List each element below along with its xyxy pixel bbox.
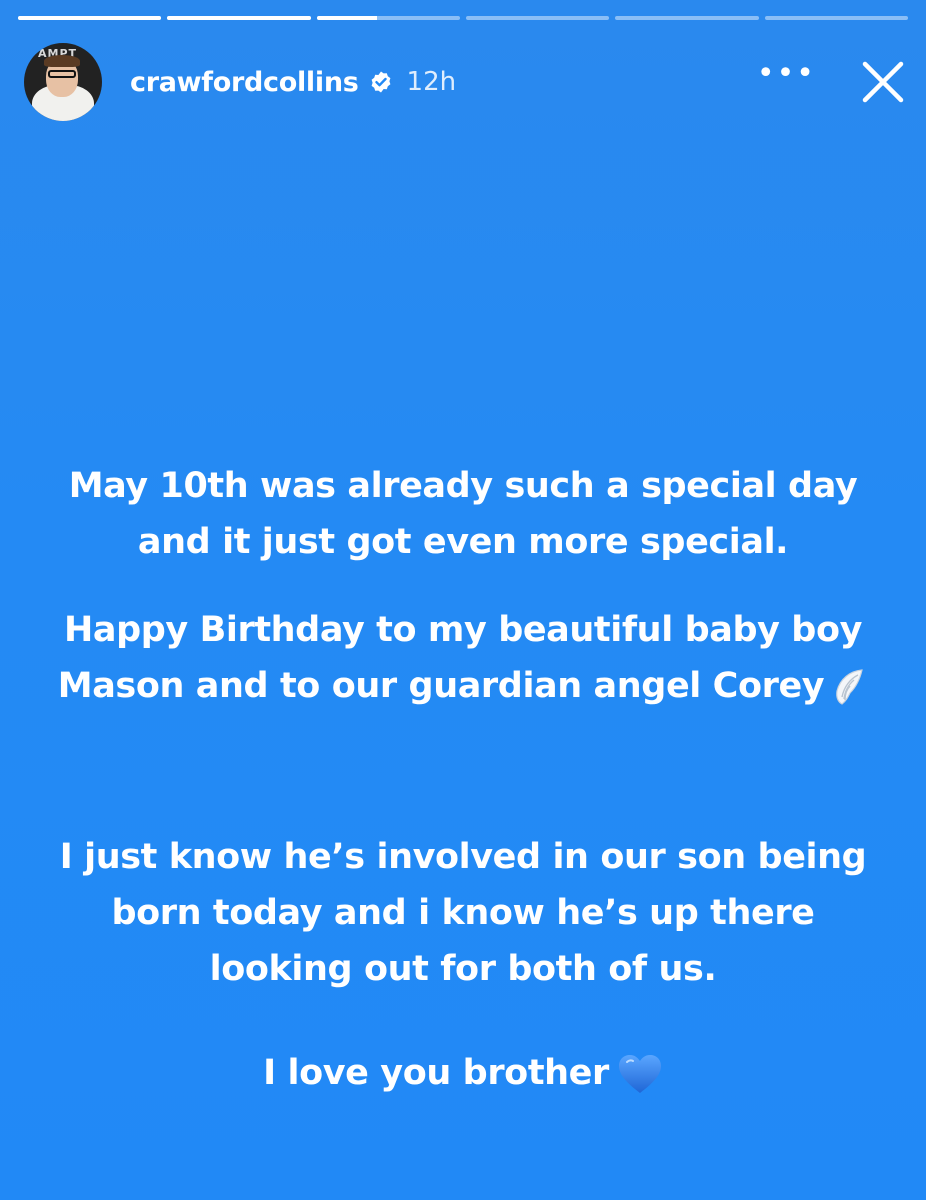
message-paragraph: May 10th was already such a special day … — [68, 466, 858, 562]
story-progress-bar — [18, 16, 908, 22]
progress-segment — [18, 16, 162, 20]
progress-segment — [167, 16, 311, 20]
progress-segment — [465, 16, 610, 20]
angel-wing-icon — [836, 669, 863, 705]
progress-segment — [764, 16, 908, 20]
close-icon[interactable] — [860, 59, 906, 105]
message-paragraph-with-wing: Happy Birthday to my beautiful baby boy … — [40, 602, 886, 714]
message-paragraph: I love you brother — [263, 1053, 609, 1093]
story-text: May 10th was already such a special day … — [40, 458, 886, 1101]
avatar[interactable]: AMPT — [24, 43, 102, 121]
story-header: AMPT crawfordcollins 12h ••• — [24, 42, 906, 122]
progress-segment — [615, 16, 759, 20]
message-paragraph: I just know he’s involved in our son bei… — [59, 837, 867, 989]
message-paragraph: Happy Birthday to my beautiful baby boy … — [57, 610, 863, 706]
progress-segment — [316, 16, 460, 20]
verified-badge-icon — [371, 71, 390, 93]
story-viewer[interactable]: AMPT crawfordcollins 12h ••• May 10th wa… — [0, 0, 926, 1200]
post-time: 12h — [406, 67, 457, 97]
message-paragraph-with-heart: I love you brother — [40, 1045, 886, 1101]
username[interactable]: crawfordcollins — [130, 67, 359, 98]
blue-heart-icon — [618, 1055, 661, 1093]
more-options-button[interactable]: ••• — [757, 59, 816, 89]
